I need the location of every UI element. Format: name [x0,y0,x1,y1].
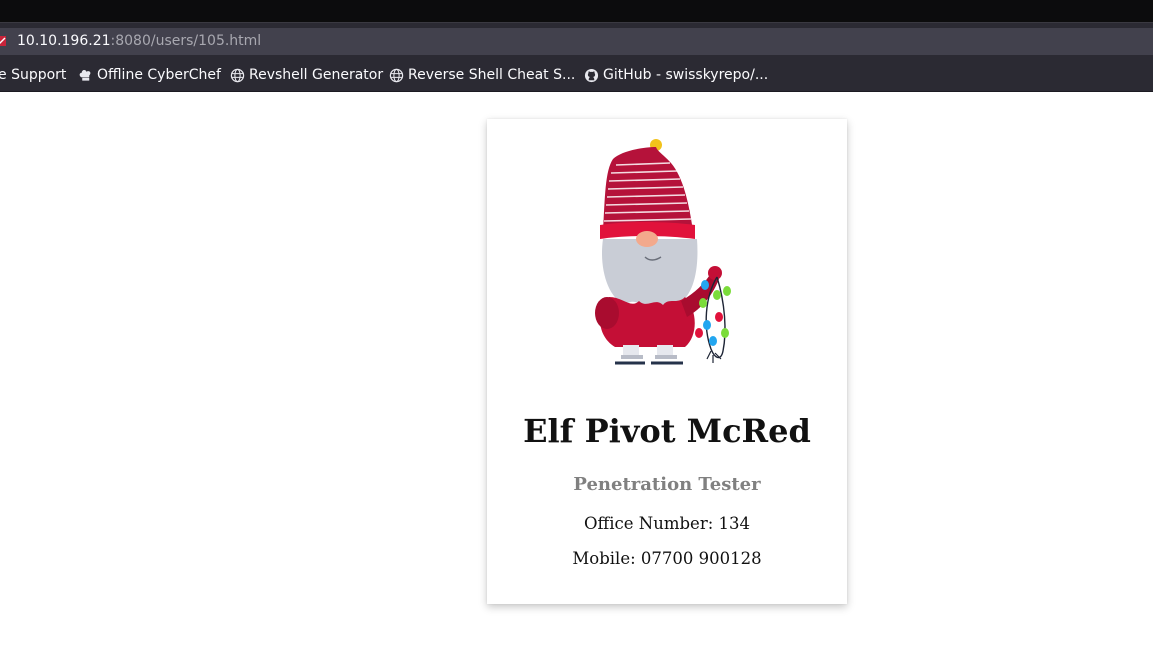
bookmark-label: Reverse Shell Cheat S... [408,67,576,83]
bookmark-reverse-shell-cheat-sheet[interactable]: Reverse Shell Cheat S... [389,66,575,84]
profile-card: Elf Pivot McRed Penetration Tester Offic… [487,119,847,604]
url-host: 10.10.196.21 [17,33,111,49]
bookmarks-toolbar: e Support Offline CyberChef Revshell Gen… [0,58,1153,92]
bookmark-offline-cyberchef[interactable]: Offline CyberChef [78,66,221,84]
window-top-strip [0,0,1153,22]
bookmark-github-swisskyrepo[interactable]: GitHub - swisskyrepo/... [584,66,768,84]
url-path: :8080/users/105.html [110,33,262,49]
site-security-icon [0,36,6,46]
url-text: 10.10.196.21:8080/users/105.html [17,32,261,50]
github-icon [584,68,599,82]
profile-job-title: Penetration Tester [573,474,761,495]
profile-name: Elf Pivot McRed [523,412,811,450]
office-number: Office Number: 134 [584,514,750,533]
bookmark-label: e Support [0,67,67,83]
bookmark-label: Revshell Generator [249,67,384,83]
gnome-elf-image [595,139,731,365]
globe-icon [230,68,245,82]
mobile-number: Mobile: 07700 900128 [572,549,762,568]
bookmark-support[interactable]: e Support [0,66,66,84]
address-bar-container: 10.10.196.21:8080/users/105.html [0,22,1153,58]
bookmark-revshell-generator[interactable]: Revshell Generator [230,66,383,84]
globe-icon [389,68,404,82]
bookmark-label: Offline CyberChef [97,67,221,83]
address-bar[interactable]: 10.10.196.21:8080/users/105.html [0,28,1153,55]
bookmark-label: GitHub - swisskyrepo/... [603,67,769,83]
chef-hat-icon [79,69,91,81]
